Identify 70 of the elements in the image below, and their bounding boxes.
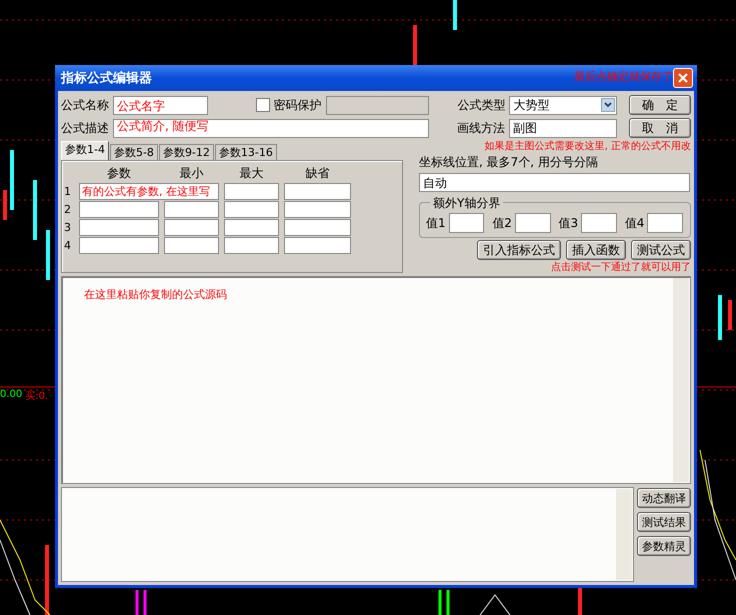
close-icon [678, 73, 688, 83]
side-button[interactable]: 测试结果 [637, 512, 691, 532]
row-number: 1 [64, 184, 72, 198]
field-label: 画线方法 [457, 120, 505, 136]
scrollbar[interactable] [616, 489, 632, 580]
annotation-text: 在这里粘贴你复制的公式源码 [84, 289, 227, 302]
param-input[interactable] [79, 236, 159, 254]
param-tab[interactable]: 参数13-16 [214, 144, 277, 160]
password-field[interactable] [326, 96, 430, 114]
param-tab[interactable]: 参数1-4 [61, 141, 109, 160]
param-input[interactable] [224, 182, 279, 200]
side-button[interactable]: 参数精灵 [637, 536, 691, 556]
value-field[interactable] [581, 213, 617, 233]
row-number: 2 [64, 202, 72, 216]
column-header: 缺省 [304, 164, 330, 182]
column-header: 最小 [178, 164, 204, 182]
annotation-text: 最后点确定就保存了 [574, 71, 673, 84]
cancel-button[interactable]: 取 消 [629, 118, 691, 138]
value-field[interactable] [448, 213, 484, 233]
value-field[interactable] [647, 213, 683, 233]
param-tab[interactable]: 参数9-12 [158, 144, 214, 160]
field-label: 值2 [492, 214, 512, 232]
checkbox-label: 密码保护 [274, 96, 322, 114]
column-header: 最大 [238, 164, 264, 182]
description-field[interactable]: 公式简介, 随便写 [113, 118, 429, 138]
type-dropdown[interactable]: 大势型 [509, 96, 618, 114]
param-input[interactable] [164, 236, 219, 254]
param-input[interactable] [164, 200, 219, 218]
window-title: 指标公式编辑器 [61, 70, 152, 87]
code-editor[interactable]: 在这里粘贴你复制的公式源码 [61, 276, 691, 484]
column-header: 参数 [106, 164, 132, 182]
row-number: 3 [64, 220, 72, 234]
draw-method-dropdown[interactable]: 副图 [509, 118, 617, 138]
scrollbar[interactable] [673, 278, 689, 482]
output-area[interactable] [61, 487, 634, 582]
chart-readout: 0.00 [0, 389, 22, 402]
param-input[interactable] [284, 236, 351, 254]
name-field[interactable]: 公式名字 [113, 96, 208, 114]
side-button[interactable]: 动态翻译 [637, 488, 691, 508]
param-input[interactable] [284, 218, 351, 236]
axis-field[interactable]: 自动 [419, 173, 690, 192]
password-checkbox[interactable] [256, 98, 270, 112]
field-label: 值1 [426, 214, 446, 232]
chart-readout: 买:0. [25, 390, 48, 403]
value-field[interactable] [514, 213, 550, 233]
field-label: 公式描述 [61, 120, 109, 136]
annotation-text: 点击测试一下通过了就可以用了 [551, 262, 691, 273]
action-button[interactable]: 插入函数 [566, 240, 626, 260]
action-button[interactable]: 测试公式 [631, 240, 691, 260]
row-number: 4 [64, 238, 72, 252]
action-button[interactable]: 引入指标公式 [477, 240, 561, 260]
ok-button[interactable]: 确 定 [629, 95, 691, 115]
param-input[interactable] [79, 218, 159, 236]
field-label: 值3 [558, 214, 578, 232]
field-label: 公式名称 [61, 96, 109, 114]
param-input[interactable] [224, 200, 279, 218]
field-label: 公式类型 [457, 96, 506, 114]
param-tab[interactable]: 参数5-8 [110, 144, 158, 160]
param-input[interactable] [284, 182, 351, 200]
param-input[interactable]: 有的公式有参数, 在这里写 [79, 182, 219, 200]
param-input[interactable] [284, 200, 351, 218]
group-title: 额外Y轴分界 [430, 195, 504, 212]
param-input[interactable] [164, 218, 219, 236]
param-input[interactable] [224, 236, 279, 254]
annotation-text: 如果是主图公式需要改这里, 正常的公式不用改 [484, 141, 691, 152]
field-label: 值4 [624, 214, 644, 232]
close-button[interactable] [673, 68, 693, 88]
param-input[interactable] [224, 218, 279, 236]
field-label: 坐标线位置, 最多7个, 用分号分隔 [419, 154, 599, 171]
param-input[interactable] [79, 200, 159, 218]
